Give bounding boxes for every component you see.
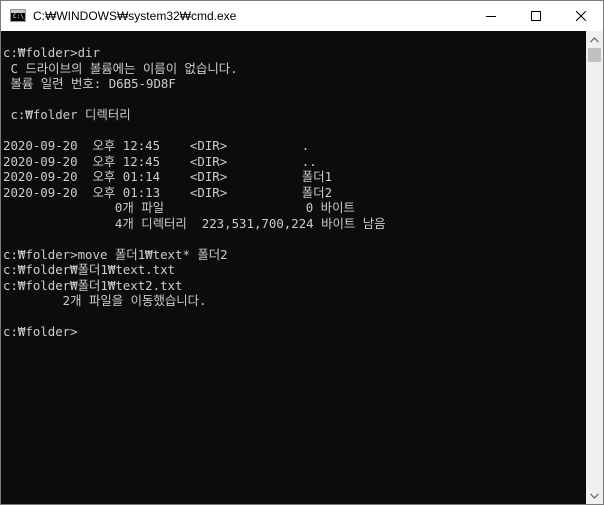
cmd-icon[interactable]: C:\_ bbox=[10, 9, 28, 22]
console-line: c:₩folder>move 폴더1₩text* 폴더2 bbox=[3, 246, 228, 262]
scroll-up-arrow-icon bbox=[590, 36, 599, 42]
console-line: c:₩folder₩폴더1₩text2.txt bbox=[3, 277, 183, 293]
console-line: c:₩folder 디렉터리 bbox=[3, 107, 131, 122]
maximize-icon bbox=[530, 11, 541, 21]
console-line: 2020-09-20 오후 12:45 <DIR> .. bbox=[3, 153, 317, 169]
console-output: c:₩folder>dir C 드라이브의 볼륨에는 이름이 없습니다. 볼륨 … bbox=[3, 45, 386, 340]
console-line: 2020-09-20 오후 01:14 <DIR> 폴더1 bbox=[3, 169, 333, 184]
console-prompt-line: c:₩folder> bbox=[3, 324, 78, 339]
minimize-icon bbox=[485, 16, 496, 17]
console-line: 4개 디렉터리 223,531,700,224 바이트 남음 bbox=[3, 215, 386, 231]
console-area[interactable]: c:₩folder>dir C 드라이브의 볼륨에는 이름이 없습니다. 볼륨 … bbox=[1, 31, 586, 504]
console-line: 2개 파일을 이동했습니다. bbox=[3, 293, 207, 308]
cmd-icon-glyph: C:\_ bbox=[13, 13, 28, 20]
console-line: c:₩folder₩폴더1₩text.txt bbox=[3, 262, 175, 277]
minimize-button[interactable] bbox=[468, 1, 513, 31]
window-title: C:₩WINDOWS₩system32₩cmd.exe bbox=[33, 9, 237, 23]
close-button[interactable] bbox=[558, 1, 603, 31]
scroll-thumb[interactable] bbox=[588, 48, 601, 62]
console-line: C 드라이브의 볼륨에는 이름이 없습니다. bbox=[3, 60, 238, 76]
scroll-up-button[interactable] bbox=[586, 31, 603, 48]
vertical-scrollbar[interactable] bbox=[586, 31, 603, 504]
console-line: 2020-09-20 오후 01:13 <DIR> 폴더2 bbox=[3, 184, 333, 200]
scroll-down-arrow-icon bbox=[590, 493, 599, 499]
maximize-button[interactable] bbox=[513, 1, 558, 31]
scroll-down-button[interactable] bbox=[586, 487, 603, 504]
title-bar[interactable]: C:\_ C:₩WINDOWS₩system32₩cmd.exe bbox=[1, 1, 603, 31]
close-icon bbox=[575, 11, 586, 21]
console-line: 볼륨 일련 번호: D6B5-9D8F bbox=[3, 76, 176, 91]
cmd-window: C:\_ C:₩WINDOWS₩system32₩cmd.exe c:₩fold… bbox=[0, 0, 604, 505]
console-line: c:₩folder>dir bbox=[3, 45, 100, 60]
console-line: 2020-09-20 오후 12:45 <DIR> . bbox=[3, 138, 310, 153]
console-line: 0개 파일 0 바이트 bbox=[3, 200, 355, 215]
